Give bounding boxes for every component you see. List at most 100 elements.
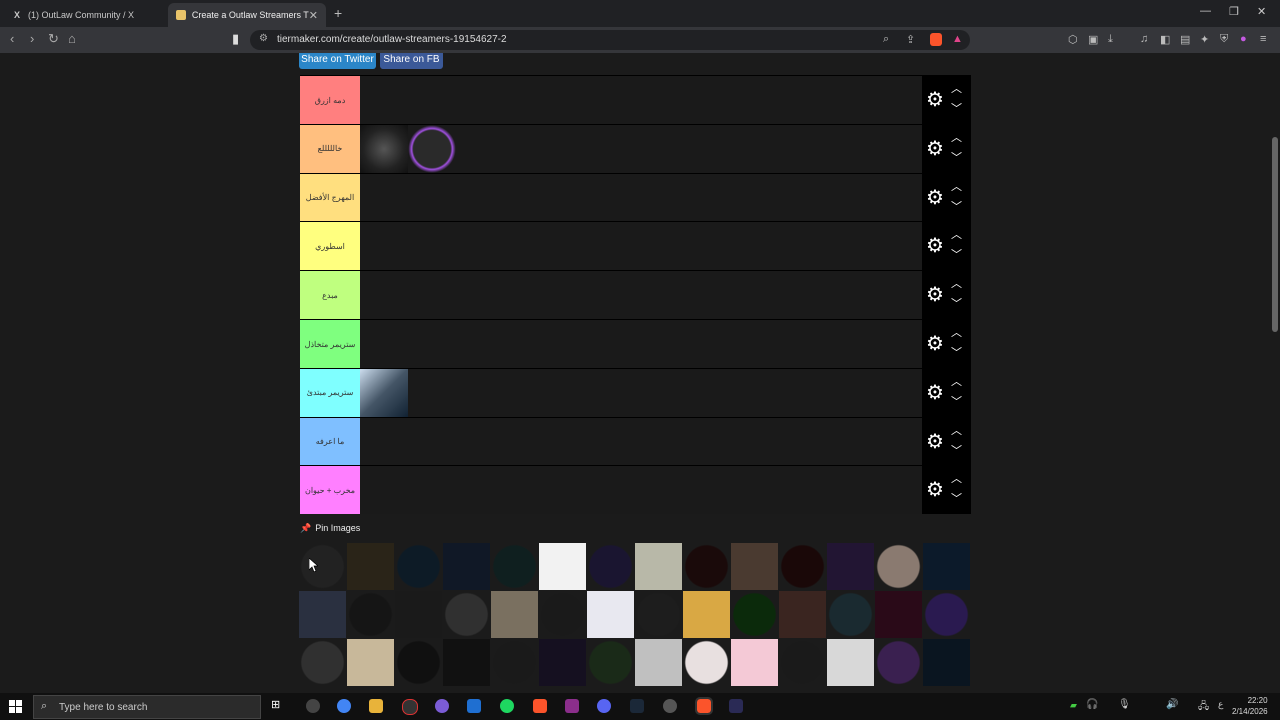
chevron-down-icon[interactable]: ﹀: [951, 494, 962, 505]
gear-icon[interactable]: ⚙: [926, 334, 944, 354]
pool-image[interactable]: [395, 639, 442, 686]
site-info-icon[interactable]: ⚙: [259, 33, 268, 44]
windows-start-icon[interactable]: [9, 700, 22, 713]
tier-dropzone[interactable]: [360, 271, 922, 320]
chevron-down-icon[interactable]: ﹀: [951, 250, 962, 261]
file-explorer-icon[interactable]: [369, 699, 383, 713]
pool-image[interactable]: [443, 591, 490, 638]
close-tab-icon[interactable]: ✕: [309, 9, 318, 22]
chevron-up-icon[interactable]: ︿: [951, 230, 962, 241]
brave-icon[interactable]: [533, 699, 547, 713]
task-view-icon[interactable]: ⊞: [271, 698, 285, 712]
gear-icon[interactable]: ⚙: [926, 90, 944, 110]
restore-icon[interactable]: ❐: [1229, 5, 1239, 18]
bookmark-icon[interactable]: ▮: [232, 31, 239, 47]
tier-dropzone[interactable]: [360, 124, 922, 173]
app-icon[interactable]: [467, 699, 481, 713]
pool-image[interactable]: [539, 639, 586, 686]
pool-image[interactable]: [395, 591, 442, 638]
pool-image[interactable]: [731, 543, 778, 590]
pool-image[interactable]: [443, 639, 490, 686]
chevron-up-icon[interactable]: ︿: [951, 328, 962, 339]
pool-image[interactable]: [683, 639, 730, 686]
language-indicator[interactable]: ع: [1218, 699, 1223, 710]
gear-icon[interactable]: ⚙: [926, 139, 944, 159]
chevron-up-icon[interactable]: ︿: [951, 376, 962, 388]
pool-image[interactable]: [827, 543, 874, 590]
tier-label[interactable]: ما اعرفه: [300, 417, 360, 466]
leo-icon[interactable]: ✦: [1200, 33, 1209, 46]
tier-item-image[interactable]: [360, 368, 408, 417]
app-icon[interactable]: [435, 699, 449, 713]
tier-label[interactable]: خالللللع: [300, 124, 360, 173]
pool-image[interactable]: [347, 543, 394, 590]
network-icon[interactable]: 🖧: [1198, 699, 1209, 716]
tier-label[interactable]: ستريمر متخاذل: [300, 320, 360, 368]
pool-image[interactable]: [827, 591, 874, 638]
pool-image[interactable]: [635, 543, 682, 590]
pool-image[interactable]: [491, 639, 538, 686]
pool-image[interactable]: [539, 543, 586, 590]
tier-item-image[interactable]: [360, 124, 408, 173]
gear-icon[interactable]: ⚙: [926, 383, 944, 403]
tier-label[interactable]: المهرج الأفضل: [300, 173, 360, 222]
tier-item-image[interactable]: [408, 124, 456, 173]
tier-dropzone[interactable]: [360, 173, 922, 222]
discord-icon[interactable]: [597, 699, 611, 713]
tab-tiermaker[interactable]: Create a Outlaw Streamers Tier L ✕: [168, 3, 326, 27]
gear-icon[interactable]: ⚙: [926, 432, 944, 452]
chevron-up-icon[interactable]: ︿: [951, 425, 962, 437]
wallet-icon[interactable]: ▤: [1180, 33, 1190, 46]
app-icon[interactable]: [306, 699, 320, 713]
pool-image[interactable]: [347, 591, 394, 638]
chevron-up-icon[interactable]: ︿: [951, 84, 962, 95]
pool-image[interactable]: [299, 639, 346, 686]
pool-image[interactable]: [779, 639, 826, 686]
tier-label[interactable]: اسطوري: [300, 222, 360, 271]
share-twitter-button[interactable]: Share on Twitter: [299, 53, 376, 69]
tier-dropzone[interactable]: [360, 466, 922, 515]
pool-image[interactable]: [683, 591, 730, 638]
brave-rewards-icon[interactable]: ▲: [952, 33, 963, 45]
pool-image[interactable]: [731, 591, 778, 638]
nvidia-tray-icon[interactable]: ▰: [1070, 700, 1077, 711]
pool-image[interactable]: [779, 543, 826, 590]
chevron-down-icon[interactable]: ﹀: [951, 104, 962, 115]
chevron-down-icon[interactable]: ﹀: [951, 348, 962, 359]
tier-label[interactable]: مبدع: [300, 271, 360, 320]
pool-image[interactable]: [299, 543, 346, 590]
clock[interactable]: 22:20 2/14/2026: [1232, 695, 1268, 717]
pool-image[interactable]: [587, 543, 634, 590]
gear-icon[interactable]: ⚙: [926, 480, 944, 500]
menu-icon[interactable]: ≡: [1260, 33, 1266, 45]
steam-icon[interactable]: [630, 699, 644, 713]
pool-image[interactable]: [491, 543, 538, 590]
chevron-down-icon[interactable]: ﹀: [951, 445, 962, 457]
pool-image[interactable]: [731, 639, 778, 686]
new-tab-icon[interactable]: +: [334, 5, 342, 21]
chevron-up-icon[interactable]: ︿: [951, 181, 962, 193]
pool-image[interactable]: [923, 591, 970, 638]
pool-image[interactable]: [539, 591, 586, 638]
app-icon[interactable]: [729, 699, 743, 713]
page-scrollbar[interactable]: [1270, 53, 1280, 693]
sidebar-icon[interactable]: ◧: [1160, 33, 1170, 46]
screenshot-icon[interactable]: ▣: [1088, 33, 1098, 46]
minimize-icon[interactable]: —: [1200, 5, 1211, 17]
pool-image[interactable]: [395, 543, 442, 590]
pool-image[interactable]: [779, 591, 826, 638]
home-icon[interactable]: ⌂: [68, 31, 76, 46]
gear-icon[interactable]: ⚙: [926, 188, 944, 208]
tier-label[interactable]: دمه ازرق: [300, 76, 360, 124]
download-icon[interactable]: ⤓: [1108, 33, 1113, 46]
back-icon[interactable]: ‹: [10, 31, 14, 46]
scrollbar-thumb[interactable]: [1272, 137, 1278, 332]
app-icon[interactable]: [402, 699, 418, 715]
headset-tray-icon[interactable]: 🎧: [1086, 699, 1098, 710]
volume-icon[interactable]: 🔊: [1166, 699, 1178, 710]
pool-image[interactable]: [491, 591, 538, 638]
media-icon[interactable]: ♫: [1140, 33, 1148, 45]
chevron-up-icon[interactable]: ︿: [951, 474, 962, 485]
pool-image[interactable]: [875, 543, 922, 590]
pool-image[interactable]: [299, 591, 346, 638]
